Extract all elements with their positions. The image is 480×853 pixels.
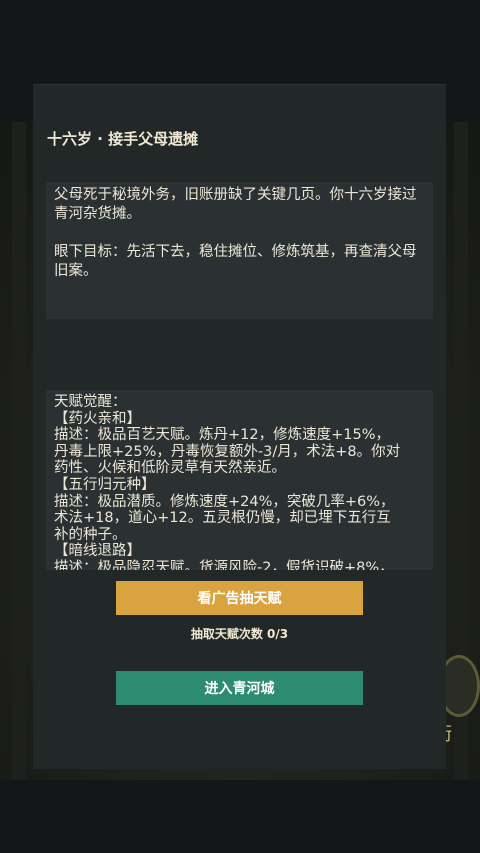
modal-title: 十六岁 · 接手父母遗摊 bbox=[47, 130, 199, 148]
talent-line: 补的种子。 bbox=[54, 526, 127, 543]
bottom-dark-band bbox=[0, 780, 480, 853]
story-goal-paragraph: 眼下目标：先活下去，稳住摊位、修炼筑基，再查清父母旧案。 bbox=[54, 244, 417, 279]
left-pillar bbox=[12, 122, 26, 780]
story-text-box: 父母死于秘境外务，旧账册缺了关键几页。你十六岁接过青河杂货摊。 眼下目标：先活下… bbox=[46, 182, 433, 319]
talent-line: 【药火亲和】 bbox=[54, 410, 141, 427]
talent-line: 描述：极品隐忍天赋。货源风险-2，假货识破+8%， bbox=[54, 559, 394, 570]
enter-city-button[interactable]: 进入青河城 bbox=[116, 671, 363, 705]
story-paragraph: 父母死于秘境外务，旧账册缺了关键几页。你十六岁接过青河杂货摊。 bbox=[54, 187, 417, 222]
talent-line: 【五行归元种】 bbox=[54, 476, 156, 493]
talent-line: 丹毒上限+25%，丹毒恢复额外-3/月，术法+8。你对 bbox=[54, 443, 401, 460]
talent-line: 药性、火候和低阶灵草有天然亲近。 bbox=[54, 460, 286, 477]
talent-list-box[interactable]: 天赋觉醒： 【药火亲和】 描述：极品百艺天赋。炼丹+12，修炼速度+15%， 丹… bbox=[46, 390, 433, 570]
watch-ad-draw-talent-button[interactable]: 看广告抽天赋 bbox=[116, 581, 363, 615]
talent-line: 描述：极品百艺天赋。炼丹+12，修炼速度+15%， bbox=[54, 427, 390, 444]
draw-count-text: 抽取天赋次数 0/3 bbox=[190, 627, 289, 641]
talent-line: 天赋觉醒： bbox=[54, 394, 127, 410]
talent-line: 术法+18，道心+12。五灵根仍慢，却已埋下五行互 bbox=[54, 510, 391, 527]
talent-modal: 十六岁 · 接手父母遗摊 父母死于秘境外务，旧账册缺了关键几页。你十六岁接过青河… bbox=[33, 84, 446, 769]
talent-line: 描述：极品潜质。修炼速度+24%，突破几率+6%， bbox=[54, 493, 395, 510]
talent-line: 【暗线退路】 bbox=[54, 543, 141, 560]
